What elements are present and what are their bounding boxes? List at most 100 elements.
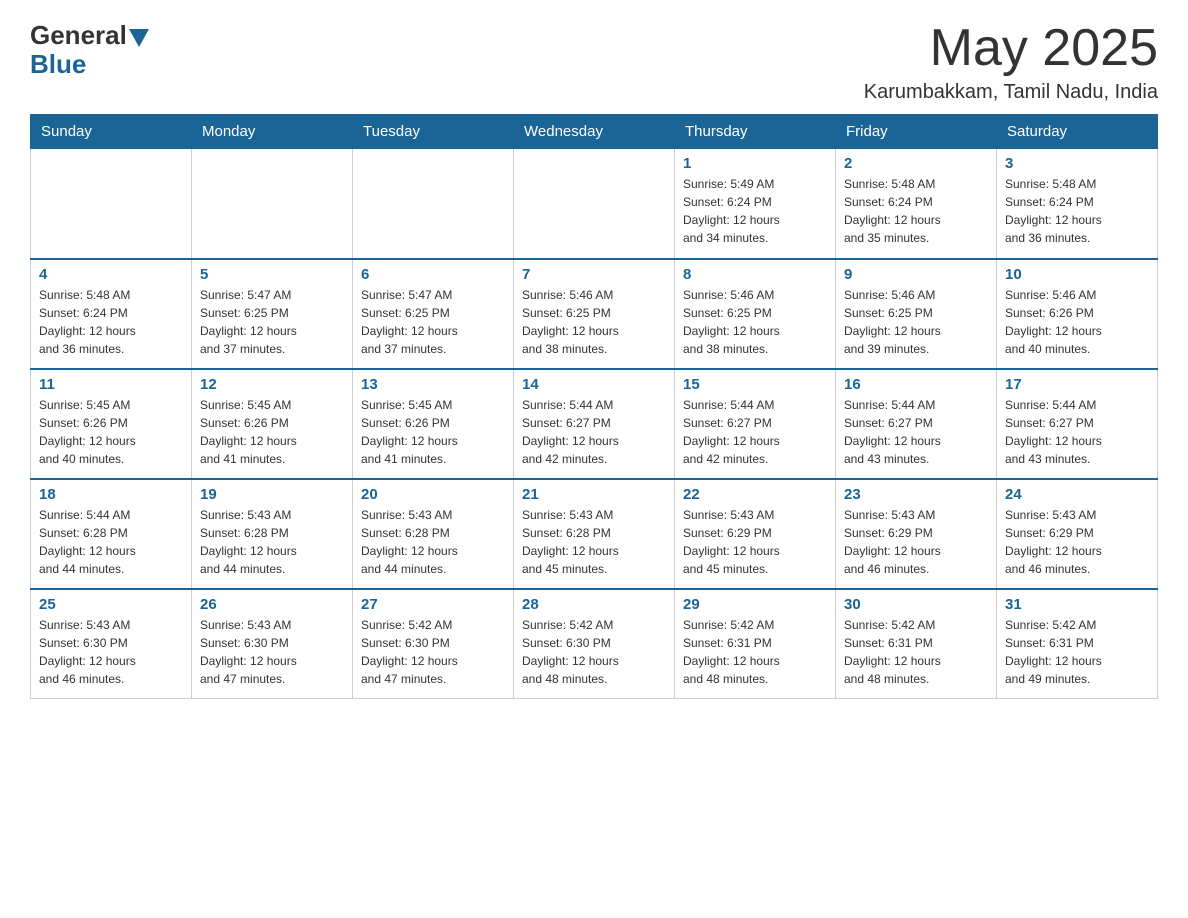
- day-number: 29: [683, 596, 827, 613]
- calendar-cell: [514, 149, 675, 259]
- calendar-cell: 29 Sunrise: 5:42 AMSunset: 6:31 PMDayligh…: [675, 589, 836, 699]
- day-info: Sunrise: 5:43 AMSunset: 6:30 PMDaylight:…: [39, 616, 183, 688]
- calendar-cell: 22 Sunrise: 5:43 AMSunset: 6:29 PMDayligh…: [675, 479, 836, 589]
- day-number: 21: [522, 486, 666, 503]
- calendar-cell: 15Sunrise: 5:44 AMSunset: 6:27 PMDayligh…: [675, 369, 836, 479]
- day-info: Sunrise: 5:46 AMSunset: 6:26 PMDaylight:…: [1005, 286, 1149, 358]
- day-info: Sunrise: 5:47 AMSunset: 6:25 PMDaylight:…: [200, 286, 344, 358]
- calendar-week-row: 18 Sunrise: 5:44 AMSunset: 6:28 PMDayligh…: [31, 479, 1158, 589]
- calendar-cell: 19Sunrise: 5:43 AMSunset: 6:28 PMDayligh…: [192, 479, 353, 589]
- calendar-cell: 6Sunrise: 5:47 AMSunset: 6:25 PMDaylight…: [353, 259, 514, 369]
- day-number: 30: [844, 596, 988, 613]
- day-info: Sunrise: 5:45 AMSunset: 6:26 PMDaylight:…: [39, 396, 183, 468]
- day-number: 26: [200, 596, 344, 613]
- calendar-cell: 4 Sunrise: 5:48 AMSunset: 6:24 PMDaylight…: [31, 259, 192, 369]
- calendar-cell: 17 Sunrise: 5:44 AMSunset: 6:27 PMDayligh…: [997, 369, 1158, 479]
- calendar-cell: 10 Sunrise: 5:46 AMSunset: 6:26 PMDayligh…: [997, 259, 1158, 369]
- logo-triangle-icon: [129, 29, 149, 47]
- calendar-cell: 13 Sunrise: 5:45 AMSunset: 6:26 PMDayligh…: [353, 369, 514, 479]
- calendar-week-row: 4 Sunrise: 5:48 AMSunset: 6:24 PMDaylight…: [31, 259, 1158, 369]
- logo-blue-text: Blue: [30, 49, 86, 80]
- day-info: Sunrise: 5:48 AMSunset: 6:24 PMDaylight:…: [1005, 175, 1149, 247]
- calendar-cell: 18 Sunrise: 5:44 AMSunset: 6:28 PMDayligh…: [31, 479, 192, 589]
- calendar-cell: [353, 149, 514, 259]
- calendar-cell: 20Sunrise: 5:43 AMSunset: 6:28 PMDayligh…: [353, 479, 514, 589]
- day-number: 4: [39, 266, 183, 283]
- calendar-cell: 7Sunrise: 5:46 AMSunset: 6:25 PMDaylight…: [514, 259, 675, 369]
- day-info: Sunrise: 5:44 AMSunset: 6:27 PMDaylight:…: [1005, 396, 1149, 468]
- calendar-week-row: 25 Sunrise: 5:43 AMSunset: 6:30 PMDayligh…: [31, 589, 1158, 699]
- day-info: Sunrise: 5:45 AMSunset: 6:26 PMDaylight:…: [200, 396, 344, 468]
- day-info: Sunrise: 5:42 AMSunset: 6:30 PMDaylight:…: [361, 616, 505, 688]
- day-info: Sunrise: 5:42 AMSunset: 6:31 PMDaylight:…: [683, 616, 827, 688]
- day-info: Sunrise: 5:42 AMSunset: 6:31 PMDaylight:…: [844, 616, 988, 688]
- logo: General Blue: [30, 20, 149, 80]
- day-number: 28: [522, 596, 666, 613]
- location-text: Karumbakkam, Tamil Nadu, India: [864, 81, 1158, 104]
- calendar-cell: [192, 149, 353, 259]
- day-number: 25: [39, 596, 183, 613]
- day-info: Sunrise: 5:48 AMSunset: 6:24 PMDaylight:…: [844, 175, 988, 247]
- month-title: May 2025: [864, 20, 1158, 77]
- day-number: 19: [200, 486, 344, 503]
- calendar-cell: 5 Sunrise: 5:47 AMSunset: 6:25 PMDaylight…: [192, 259, 353, 369]
- day-info: Sunrise: 5:44 AMSunset: 6:27 PMDaylight:…: [522, 396, 666, 468]
- calendar-cell: 21Sunrise: 5:43 AMSunset: 6:28 PMDayligh…: [514, 479, 675, 589]
- weekday-header-sunday: Sunday: [31, 115, 192, 149]
- weekday-header-monday: Monday: [192, 115, 353, 149]
- day-number: 9: [844, 266, 988, 283]
- calendar-week-row: 1 Sunrise: 5:49 AMSunset: 6:24 PMDaylight…: [31, 149, 1158, 259]
- calendar-cell: 2 Sunrise: 5:48 AMSunset: 6:24 PMDaylight…: [836, 149, 997, 259]
- day-info: Sunrise: 5:43 AMSunset: 6:29 PMDaylight:…: [683, 506, 827, 578]
- day-number: 8: [683, 266, 827, 283]
- day-info: Sunrise: 5:48 AMSunset: 6:24 PMDaylight:…: [39, 286, 183, 358]
- calendar-cell: 31Sunrise: 5:42 AMSunset: 6:31 PMDayligh…: [997, 589, 1158, 699]
- weekday-header-friday: Friday: [836, 115, 997, 149]
- day-number: 10: [1005, 266, 1149, 283]
- day-number: 15: [683, 376, 827, 393]
- calendar-cell: 16Sunrise: 5:44 AMSunset: 6:27 PMDayligh…: [836, 369, 997, 479]
- day-info: Sunrise: 5:42 AMSunset: 6:31 PMDaylight:…: [1005, 616, 1149, 688]
- page-header: General Blue May 2025 Karumbakkam, Tamil…: [30, 20, 1158, 104]
- day-info: Sunrise: 5:45 AMSunset: 6:26 PMDaylight:…: [361, 396, 505, 468]
- calendar-cell: 9 Sunrise: 5:46 AMSunset: 6:25 PMDaylight…: [836, 259, 997, 369]
- calendar-cell: 1 Sunrise: 5:49 AMSunset: 6:24 PMDaylight…: [675, 149, 836, 259]
- day-info: Sunrise: 5:43 AMSunset: 6:29 PMDaylight:…: [844, 506, 988, 578]
- day-number: 22: [683, 486, 827, 503]
- day-number: 13: [361, 376, 505, 393]
- day-info: Sunrise: 5:44 AMSunset: 6:27 PMDaylight:…: [844, 396, 988, 468]
- day-info: Sunrise: 5:46 AMSunset: 6:25 PMDaylight:…: [844, 286, 988, 358]
- weekday-header-wednesday: Wednesday: [514, 115, 675, 149]
- day-number: 2: [844, 155, 988, 172]
- calendar-cell: 12 Sunrise: 5:45 AMSunset: 6:26 PMDayligh…: [192, 369, 353, 479]
- day-number: 3: [1005, 155, 1149, 172]
- day-number: 11: [39, 376, 183, 393]
- day-number: 1: [683, 155, 827, 172]
- day-number: 18: [39, 486, 183, 503]
- day-number: 5: [200, 266, 344, 283]
- calendar-week-row: 11 Sunrise: 5:45 AMSunset: 6:26 PMDayligh…: [31, 369, 1158, 479]
- calendar-header-row: SundayMondayTuesdayWednesdayThursdayFrid…: [31, 115, 1158, 149]
- day-number: 23: [844, 486, 988, 503]
- weekday-header-tuesday: Tuesday: [353, 115, 514, 149]
- day-info: Sunrise: 5:46 AMSunset: 6:25 PMDaylight:…: [683, 286, 827, 358]
- day-info: Sunrise: 5:42 AMSunset: 6:30 PMDaylight:…: [522, 616, 666, 688]
- day-number: 27: [361, 596, 505, 613]
- day-number: 6: [361, 266, 505, 283]
- weekday-header-saturday: Saturday: [997, 115, 1158, 149]
- day-number: 14: [522, 376, 666, 393]
- calendar-cell: 11 Sunrise: 5:45 AMSunset: 6:26 PMDayligh…: [31, 369, 192, 479]
- logo-general-text: General: [30, 20, 127, 51]
- day-info: Sunrise: 5:44 AMSunset: 6:28 PMDaylight:…: [39, 506, 183, 578]
- calendar-cell: 3 Sunrise: 5:48 AMSunset: 6:24 PMDaylight…: [997, 149, 1158, 259]
- calendar-table: SundayMondayTuesdayWednesdayThursdayFrid…: [30, 114, 1158, 699]
- calendar-cell: 30 Sunrise: 5:42 AMSunset: 6:31 PMDayligh…: [836, 589, 997, 699]
- calendar-cell: 14 Sunrise: 5:44 AMSunset: 6:27 PMDayligh…: [514, 369, 675, 479]
- calendar-cell: 25 Sunrise: 5:43 AMSunset: 6:30 PMDayligh…: [31, 589, 192, 699]
- day-info: Sunrise: 5:49 AMSunset: 6:24 PMDaylight:…: [683, 175, 827, 247]
- day-number: 17: [1005, 376, 1149, 393]
- day-number: 20: [361, 486, 505, 503]
- day-number: 12: [200, 376, 344, 393]
- day-number: 7: [522, 266, 666, 283]
- calendar-cell: 23 Sunrise: 5:43 AMSunset: 6:29 PMDayligh…: [836, 479, 997, 589]
